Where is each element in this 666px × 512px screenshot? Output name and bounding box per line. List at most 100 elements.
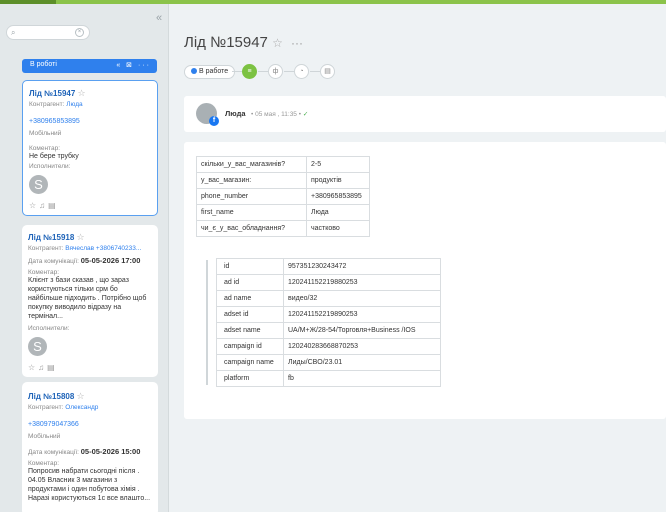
status-label: В работе — [199, 68, 229, 75]
table-cell-value: +380965853895 — [306, 188, 370, 205]
check-icon: ✓ — [302, 111, 309, 118]
status-dot — [191, 68, 197, 74]
counterparty-row: Контрагент: Люда — [29, 101, 83, 108]
message-header: f Люда • 05 мая , 11:35 • ✓ — [184, 96, 666, 132]
table-cell-value: 120240283668870253 — [283, 338, 441, 355]
table-cell-key: platform — [216, 370, 284, 387]
table-row: ad name видео/32 — [216, 290, 441, 307]
collapse-sidebar-icon[interactable]: « — [156, 12, 162, 24]
page-title-text: Лід №15947 — [184, 34, 268, 51]
star-icon[interactable]: ☆ — [78, 88, 86, 98]
table-row: ad id 120241152219880253 — [216, 274, 441, 291]
table-cell-key: ad name — [216, 290, 284, 307]
star-icon[interactable]: ☆ — [272, 36, 283, 50]
table-cell-key: phone_number — [196, 188, 307, 205]
table-cell-value: 120241152219880253 — [283, 274, 441, 291]
comment-label: Коментар: — [28, 269, 60, 276]
lead-detail: Лід №15947 ☆ ··· В работе ≡ ф ◔ ▤ f Люда… — [170, 4, 666, 512]
counterparty-row: Контрагент: Олександр — [28, 404, 98, 411]
avatar[interactable]: S — [28, 337, 47, 356]
lead-card[interactable]: Лід №15808 ☆ Контрагент: Олександр +3809… — [22, 382, 158, 512]
card-actions: ☆♫▤ — [29, 201, 59, 210]
date-label: Дата комунікації: — [28, 449, 79, 456]
phone-link[interactable]: +380965853895 — [29, 118, 80, 125]
table-cell-value: продуктів — [306, 172, 370, 189]
pipeline-step[interactable]: ▤ — [320, 64, 335, 79]
table-cell-key: скільки_у_вас_магазинів? — [196, 156, 307, 173]
facebook-icon: f — [209, 116, 219, 126]
page-title: Лід №15947 ☆ ··· — [184, 34, 303, 51]
table-cell-value: Люда — [306, 204, 370, 221]
star-icon[interactable]: ☆ — [77, 391, 85, 401]
bell-icon[interactable]: ♫ — [38, 363, 47, 372]
lead-card-title[interactable]: Лід №15918 ☆ — [28, 232, 85, 243]
form-answers-table: скільки_у_вас_магазинів? 2-5 у_вас_магази… — [196, 156, 370, 237]
table-row: phone_number +380965853895 — [196, 188, 370, 205]
pipeline-connector — [232, 71, 242, 72]
table-row: first_name Люда — [196, 204, 370, 221]
lead-title-text: Лід №15808 — [28, 392, 75, 401]
table-cell-value: 2-5 — [306, 156, 370, 173]
counterparty-row: Контрагент: Вячеслав +3806740233... — [28, 245, 141, 252]
phone-type: Мобільний — [29, 130, 62, 137]
counterparty-link[interactable]: Вячеслав +3806740233... — [65, 245, 141, 252]
star-icon[interactable]: ☆ — [28, 363, 38, 372]
message-author: Люда — [225, 109, 246, 118]
bell-icon[interactable]: ♫ — [39, 201, 48, 210]
table-cell-key: campaign id — [216, 338, 284, 355]
pipeline-step-active[interactable]: ≡ — [242, 64, 257, 79]
table-cell-value: 957351230243472 — [283, 258, 441, 275]
clear-icon[interactable]: × — [75, 28, 84, 37]
more-icon[interactable]: ··· — [291, 36, 303, 50]
counterparty-link[interactable]: Олександр — [65, 404, 98, 411]
table-cell-key: campaign name — [216, 354, 284, 371]
table-row: скільки_у_вас_магазинів? 2-5 — [196, 156, 370, 173]
table-row: platform fb — [216, 370, 441, 387]
table-cell-key: у_вас_магазин: — [196, 172, 307, 189]
pipeline-step[interactable]: ф — [268, 64, 283, 79]
phone-type: Мобільний — [28, 433, 61, 440]
note-icon[interactable]: ▤ — [47, 363, 58, 372]
ad-info-table: id 957351230243472 ad id 12024115221988025… — [216, 258, 441, 387]
table-cell-value: частково — [306, 220, 370, 237]
table-cell-value: видео/32 — [283, 290, 441, 307]
star-icon[interactable]: ☆ — [77, 232, 85, 242]
comment-label: Коментар: — [28, 460, 60, 467]
table-cell-key: first_name — [196, 204, 307, 221]
pipeline-connector — [284, 71, 294, 72]
lead-card-title[interactable]: Лід №15947 ☆ — [29, 88, 86, 99]
comment-text: Клієнт з бази сказав , що зараз користую… — [28, 277, 147, 320]
counterparty-link[interactable]: Люда — [66, 101, 82, 108]
search-input[interactable]: ⌕ × — [6, 25, 90, 40]
pipeline-connector — [310, 71, 320, 72]
table-row: adset name UA/M+Ж/28-54/Торговля+Business… — [216, 322, 441, 339]
note-icon[interactable]: ▤ — [48, 201, 59, 210]
avatar[interactable]: S — [29, 175, 48, 194]
table-row: campaign name Лиды/CBO/23.01 — [216, 354, 441, 371]
table-cell-value: fb — [283, 370, 441, 387]
phone-link[interactable]: +380979047366 — [28, 421, 79, 428]
lead-card[interactable]: Лід №15947 ☆ Контрагент: Люда +380965853… — [22, 80, 158, 216]
status-dropdown[interactable]: В работе — [184, 65, 236, 79]
message-time-text: • 05 мая , 11:35 • — [251, 111, 302, 118]
pipeline-step[interactable]: ◔ — [294, 64, 309, 79]
column-actions-icon[interactable]: « ⊠ ··· — [116, 61, 151, 69]
message-body: скільки_у_вас_магазинів? 2-5 у_вас_магази… — [184, 142, 666, 419]
table-cell-key: id — [216, 258, 284, 275]
comment-text: Попросив набрати сьогодні після . 04.05 … — [28, 468, 151, 502]
sidebar: « ⌕ × В роботі « ⊠ ··· Лід №15947 ☆ Конт… — [0, 4, 169, 512]
table-cell-value: 120241152219890253 — [283, 306, 441, 323]
quote-bar — [206, 260, 208, 385]
comment-label: Коментар: — [29, 145, 61, 152]
date-value: 05-05-2026 15:00 — [80, 447, 141, 456]
table-row: id 957351230243472 — [216, 258, 441, 275]
assignees-label: Исполнители: — [28, 325, 70, 332]
lead-card[interactable]: Лід №15918 ☆ Контрагент: Вячеслав +38067… — [22, 225, 158, 377]
assignees-label: Исполнители: — [29, 163, 71, 170]
table-cell-key: adset id — [216, 306, 284, 323]
lead-card-title[interactable]: Лід №15808 ☆ — [28, 391, 85, 402]
counterparty-label: Контрагент: — [28, 245, 64, 252]
star-icon[interactable]: ☆ — [29, 201, 39, 210]
kanban-column-header: В роботі « ⊠ ··· — [22, 59, 157, 73]
table-row: campaign id 120240283668870253 — [216, 338, 441, 355]
